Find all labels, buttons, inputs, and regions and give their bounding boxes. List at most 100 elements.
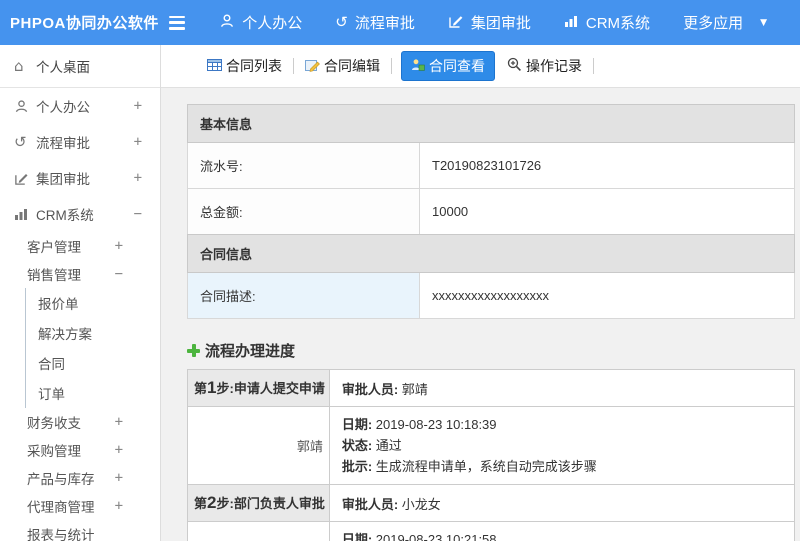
home-icon: ⌂	[14, 57, 24, 75]
zoom-in-icon	[507, 57, 522, 75]
collapse-icon[interactable]: −	[115, 266, 123, 282]
top-navigation: 个人办公 ↺ 流程审批 集团审批 CRM系统 更多应用 ▼	[219, 12, 800, 33]
expand-icon[interactable]: +	[115, 414, 123, 430]
sidebar-item-label: 合同	[38, 357, 65, 372]
date-value: 2019-08-23 10:18:39	[375, 417, 497, 432]
sidebar-item-reports-stats[interactable]: 报表与统计	[0, 520, 160, 541]
sidebar: ⌂ 个人桌面 个人办公 + ↺ 流程审批 + 集团审批 + CRM系统 − 客户…	[0, 45, 161, 541]
sidebar-item-group-approval[interactable]: 集团审批 +	[0, 160, 160, 196]
tab-contract-edit[interactable]: 合同编辑	[303, 52, 382, 80]
table-row: 流水号: T20190823101726	[187, 142, 795, 189]
sidebar-item-process-approval[interactable]: ↺ 流程审批 +	[0, 124, 160, 160]
sidebar-item-label: 销售管理	[27, 268, 81, 283]
approver-label: 审批人员:	[341, 496, 399, 512]
section-header-basic-info: 基本信息	[187, 104, 795, 143]
user-icon	[219, 13, 235, 33]
sidebar-item-crm-system[interactable]: CRM系统 −	[0, 196, 160, 232]
field-label-total-amount: 总金额:	[187, 188, 420, 235]
person-view-icon	[411, 58, 425, 75]
table-row: 合同描述: xxxxxxxxxxxxxxxxxx	[187, 272, 795, 319]
field-value-contract-desc: xxxxxxxxxxxxxxxxxx	[419, 272, 795, 319]
step-detail-row: 郭靖 日期: 2019-08-23 10:18:39 状态: 通过 批示: 生成…	[187, 406, 796, 485]
step-title: 第2步:部门负责人审批	[187, 484, 330, 522]
collapse-icon[interactable]: −	[134, 206, 142, 222]
sidebar-item-label: CRM系统	[36, 208, 94, 223]
sales-submenu-group: 报价单 解决方案 合同 订单	[25, 288, 160, 408]
detail-line-date: 日期: 2019-08-23 10:21:58	[342, 529, 782, 541]
approver-cell: 审批人员: 小龙女	[328, 484, 796, 522]
nav-more-apps[interactable]: 更多应用 ▼	[683, 12, 767, 33]
progress-title-text: 流程办理进度	[205, 343, 296, 360]
app-title: PHPOA协同办公软件	[10, 15, 159, 32]
sidebar-item-customer-mgmt[interactable]: 客户管理 +	[0, 232, 160, 260]
sidebar-item-personal-desktop[interactable]: ⌂ 个人桌面	[0, 45, 160, 88]
actor-name: 小龙女	[187, 521, 330, 541]
date-value: 2019-08-23 10:21:58	[375, 532, 497, 541]
sidebar-item-personal-office[interactable]: 个人办公 +	[0, 88, 160, 124]
field-label-serial: 流水号:	[187, 142, 420, 189]
basic-info-table: 基本信息 流水号: T20190823101726 总金额: 10000	[187, 104, 795, 235]
chart-icon	[14, 207, 36, 221]
expand-icon[interactable]: +	[134, 134, 142, 150]
sidebar-item-label: 报表与统计	[27, 528, 95, 541]
tab-contract-view[interactable]: 合同查看	[401, 51, 495, 81]
sidebar-item-label: 个人桌面	[36, 60, 90, 75]
step-title: 第1步:申请人提交申请	[187, 369, 330, 407]
tab-label: 操作记录	[526, 58, 582, 74]
sidebar-item-agent-mgmt[interactable]: 代理商管理 +	[0, 492, 160, 520]
nav-label: 更多应用	[683, 15, 744, 32]
sidebar-item-quotation[interactable]: 报价单	[26, 288, 160, 318]
edit-doc-icon	[305, 58, 320, 75]
sidebar-item-label: 流程审批	[36, 136, 90, 151]
sidebar-item-product-inventory[interactable]: 产品与库存 +	[0, 464, 160, 492]
sidebar-item-label: 客户管理	[27, 240, 81, 255]
tab-bar: 合同列表 合同编辑 合同查看 操作记录	[161, 45, 800, 88]
nav-group-approval[interactable]: 集团审批	[448, 12, 531, 33]
progress-section-title: 流程办理进度	[187, 340, 795, 361]
tab-separator	[391, 58, 392, 74]
nav-process-approval[interactable]: ↺ 流程审批	[335, 12, 415, 33]
edit-icon	[448, 13, 464, 33]
step-header-row: 第2步:部门负责人审批 审批人员: 小龙女	[187, 484, 796, 522]
expand-icon[interactable]: +	[115, 238, 123, 254]
field-label-contract-desc: 合同描述:	[187, 272, 420, 319]
sidebar-item-solution[interactable]: 解决方案	[26, 318, 160, 348]
expand-icon[interactable]: +	[134, 170, 142, 186]
table-icon	[207, 58, 222, 75]
tab-label: 合同查看	[429, 58, 485, 74]
detail-line-status: 状态: 通过	[341, 438, 402, 453]
edit-icon	[14, 171, 36, 186]
detail-line-comment: 批示: 生成流程申请单，系统自动完成该步骤	[341, 459, 597, 474]
process-icon: ↺	[14, 133, 27, 151]
expand-icon[interactable]: +	[134, 98, 142, 114]
top-bar: PHPOA协同办公软件 个人办公 ↺ 流程审批 集团审批 CRM系统 更多应用	[0, 0, 800, 45]
actor-name: 郭靖	[187, 406, 330, 485]
approver-name: 郭靖	[401, 381, 428, 397]
step-detail-row: 小龙女 日期: 2019-08-23 10:21:58 状态: 通过 批示: 通…	[187, 521, 796, 541]
sidebar-item-order[interactable]: 订单	[26, 378, 160, 408]
sidebar-item-label: 财务收支	[27, 416, 81, 431]
field-value-serial: T20190823101726	[419, 142, 795, 189]
nav-crm-system[interactable]: CRM系统	[564, 12, 650, 33]
detail-line-date: 日期: 2019-08-23 10:18:39	[341, 417, 497, 432]
sidebar-item-contract[interactable]: 合同	[26, 348, 160, 378]
sidebar-item-finance[interactable]: 财务收支 +	[0, 408, 160, 436]
expand-icon[interactable]: +	[115, 442, 123, 458]
tab-contract-list[interactable]: 合同列表	[205, 52, 284, 80]
process-icon: ↺	[335, 13, 348, 31]
step-detail: 日期: 2019-08-23 10:18:39 状态: 通过 批示: 生成流程申…	[328, 406, 796, 485]
expand-icon[interactable]: +	[115, 470, 123, 486]
tab-operation-log[interactable]: 操作记录	[505, 52, 584, 80]
hamburger-menu-icon[interactable]	[169, 15, 186, 30]
sidebar-item-sales-mgmt[interactable]: 销售管理 −	[0, 260, 160, 288]
expand-icon[interactable]: +	[115, 498, 123, 514]
nav-label: 个人办公	[242, 15, 303, 32]
nav-personal-office[interactable]: 个人办公	[219, 12, 302, 33]
status-value: 通过	[375, 438, 402, 453]
sidebar-item-label: 采购管理	[27, 444, 81, 459]
tab-label: 合同编辑	[324, 58, 380, 74]
caret-down-icon: ▼	[760, 17, 767, 28]
step-header-row: 第1步:申请人提交申请 审批人员: 郭靖	[187, 369, 796, 407]
tab-label: 合同列表	[226, 58, 282, 74]
sidebar-item-purchase-mgmt[interactable]: 采购管理 +	[0, 436, 160, 464]
